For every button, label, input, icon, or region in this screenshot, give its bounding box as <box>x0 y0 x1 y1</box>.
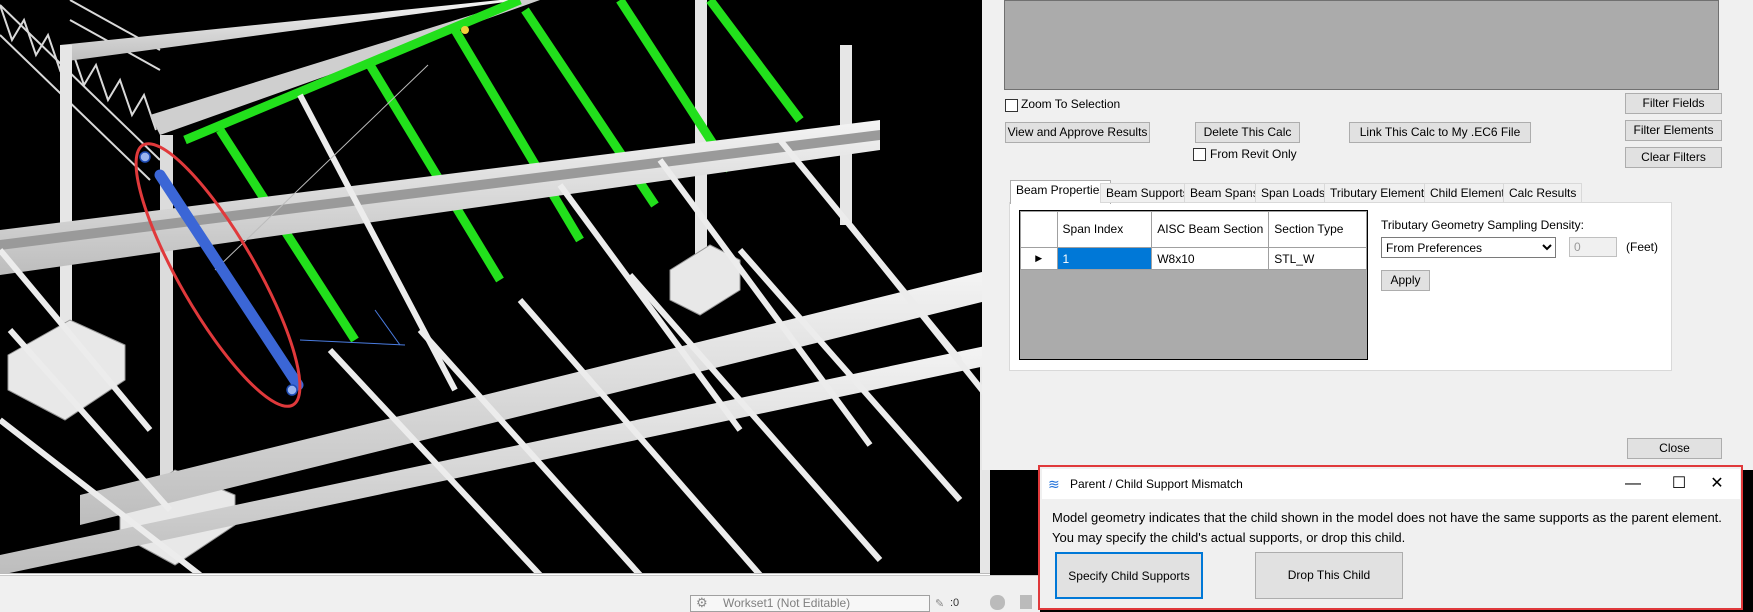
specify-child-supports-button[interactable]: Specify Child Supports <box>1055 552 1203 599</box>
row-selector-arrow-icon[interactable]: ▶ <box>1020 247 1058 270</box>
tab-beam-properties[interactable]: Beam Properties <box>1010 180 1112 204</box>
dialog-message-line-1: Model geometry indicates that the child … <box>1052 510 1722 525</box>
dialog-titlebar[interactable]: ≋ Parent / Child Support Mismatch — ☐ ✕ <box>1042 469 1740 499</box>
cell-section-type[interactable]: STL_W <box>1268 247 1367 270</box>
zoom-to-selection-label: Zoom To Selection <box>1021 97 1121 111</box>
cell-span-index[interactable]: 1 <box>1056 247 1153 270</box>
app-logo-icon: ≋ <box>1048 476 1060 492</box>
structural-model-drawing <box>0 0 990 575</box>
filter-elements-button[interactable]: Filter Elements <box>1625 120 1722 141</box>
tab-beam-spans[interactable]: Beam Spans <box>1184 183 1265 203</box>
selection-counter: :0 <box>950 597 960 609</box>
press-drag-icon[interactable] <box>1020 595 1032 609</box>
tab-beam-supports[interactable]: Beam Supports <box>1100 183 1195 203</box>
apply-button[interactable]: Apply <box>1381 270 1430 291</box>
tab-tributary-elements[interactable]: Tributary Elements <box>1324 183 1437 203</box>
close-button[interactable]: Close <box>1627 438 1722 459</box>
filter-icon[interactable] <box>990 595 1005 610</box>
col-header-aisc-section[interactable]: AISC Beam Section <box>1151 211 1270 248</box>
worksets-icon: ⚙ <box>696 595 708 610</box>
clear-filters-button[interactable]: Clear Filters <box>1625 147 1722 168</box>
cell-aisc-section[interactable]: W8x10 <box>1151 247 1270 270</box>
workset-selector[interactable]: Workset1 (Not Editable) <box>690 595 930 612</box>
editable-only-icon[interactable]: ✎ <box>935 597 944 610</box>
close-icon[interactable]: ✕ <box>1694 469 1740 499</box>
link-calc-button[interactable]: Link This Calc to My .EC6 File <box>1349 122 1531 143</box>
span-properties-grid[interactable]: Span Index AISC Beam Section Section Typ… <box>1019 210 1368 360</box>
view-approve-results-button[interactable]: View and Approve Results <box>1005 122 1150 143</box>
3d-model-viewport[interactable] <box>0 0 990 575</box>
filter-fields-button[interactable]: Filter Fields <box>1625 93 1722 114</box>
table-row[interactable]: ▶ 1 W8x10 STL_W <box>1020 247 1367 270</box>
tab-calc-results[interactable]: Calc Results <box>1503 183 1583 203</box>
col-header-section-type[interactable]: Section Type <box>1268 211 1367 248</box>
sampling-density-label: Tributary Geometry Sampling Density: <box>1381 218 1584 232</box>
dialog-message-line-2: You may specify the child's actual suppo… <box>1052 530 1406 545</box>
tab-span-loads[interactable]: Span Loads <box>1255 183 1332 203</box>
from-revit-only-checkbox[interactable] <box>1193 148 1206 161</box>
dialog-title: Parent / Child Support Mismatch <box>1070 477 1243 491</box>
sampling-value-field[interactable]: 0 <box>1569 237 1617 257</box>
from-revit-only-label: From Revit Only <box>1210 147 1297 161</box>
col-header-span-index[interactable]: Span Index <box>1056 211 1153 248</box>
delete-calc-button[interactable]: Delete This Calc <box>1195 122 1300 143</box>
sampling-density-dropdown[interactable]: From Preferences <box>1381 237 1556 258</box>
zoom-to-selection-checkbox[interactable] <box>1005 99 1018 112</box>
sampling-unit-label: (Feet) <box>1626 240 1659 254</box>
minimize-icon[interactable]: — <box>1610 469 1656 499</box>
preview-area <box>1004 0 1719 90</box>
dialog-message: Model geometry indicates that the child … <box>1052 508 1722 548</box>
row-header-corner <box>1020 211 1058 248</box>
drop-this-child-button[interactable]: Drop This Child <box>1255 552 1403 599</box>
